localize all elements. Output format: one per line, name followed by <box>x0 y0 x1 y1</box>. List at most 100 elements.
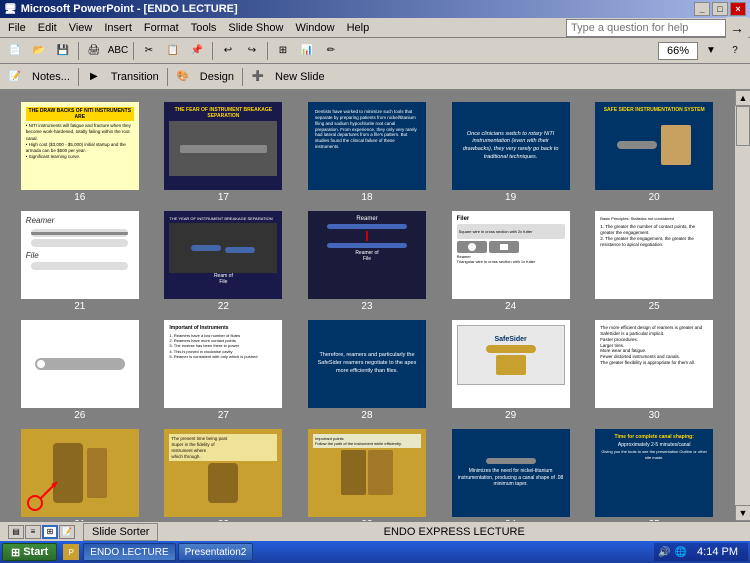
menu-help[interactable]: Help <box>341 20 376 36</box>
slide-item-26[interactable]: 26 <box>12 320 148 421</box>
slide-thumb-21[interactable]: Reamer File <box>21 211 139 299</box>
view-notes-button[interactable]: 📝 <box>59 525 75 539</box>
slide-thumb-27[interactable]: Important of Instruments 1. Reamers have… <box>164 320 282 408</box>
slide-thumb-20[interactable]: SAFE SIDER INSTRUMENTATION SYSTEM <box>595 102 713 190</box>
menu-file[interactable]: File <box>2 20 32 36</box>
slide-num-31: 31 <box>74 519 85 521</box>
new-button[interactable]: 📄 <box>4 40 26 62</box>
slide-item-22[interactable]: THE YEAR OF INSTRUMENT BREAKAGE SEPARATI… <box>156 211 292 312</box>
maximize-button[interactable]: □ <box>712 2 728 16</box>
slide-item-24[interactable]: Filer Square wire in cross section with … <box>443 211 579 312</box>
slide-thumb-19[interactable]: Once clinicians switch to rotary NITI in… <box>452 102 570 190</box>
menu-format[interactable]: Format <box>138 20 185 36</box>
toolbar-main: 📄 📂 💾 🖨 ABC ✂ 📋 📌 ↩ ↪ ⊞ 📊 ✏ 66% ▼ ? <box>0 38 750 64</box>
design-icon[interactable]: 🎨 <box>172 66 194 88</box>
slide-thumb-30[interactable]: The more efficient design of reamers is … <box>595 320 713 408</box>
notes-label: Notes... <box>28 71 74 83</box>
slide-thumb-23[interactable]: Reamer Reamer ofFile <box>308 211 426 299</box>
outline-button[interactable]: 📝 <box>4 66 26 88</box>
save-button[interactable]: 💾 <box>52 40 74 62</box>
slide-thumb-35[interactable]: Time for complete canal shaping: Approxi… <box>595 429 713 517</box>
slide-num-33: 33 <box>361 519 372 521</box>
slide-item-25[interactable]: Basic Principles: Statistics not conside… <box>586 211 722 312</box>
slide-thumb-25[interactable]: Basic Principles: Statistics not conside… <box>595 211 713 299</box>
slide-item-17[interactable]: THE FEAR OF INSTRUMENT BREAKAGE SEPARATI… <box>156 102 292 203</box>
transition-icon[interactable]: ▶ <box>83 66 105 88</box>
spell-button[interactable]: ABC <box>107 40 129 62</box>
ask-question-button[interactable]: → <box>726 17 748 39</box>
scroll-down-button[interactable]: ▼ <box>735 505 750 521</box>
separator1 <box>78 42 79 60</box>
slide-thumb-31[interactable] <box>21 429 139 517</box>
slide-item-35[interactable]: Time for complete canal shaping: Approxi… <box>586 429 722 521</box>
slide-item-33[interactable]: Important pointsFollow the path of the i… <box>299 429 435 521</box>
menu-view[interactable]: View <box>63 20 99 36</box>
slide-sorter-panel[interactable]: THE DRAW BACKS OF NITI INSTRUMENTS ARE •… <box>0 90 734 521</box>
slide-thumb-29[interactable]: SafeSider <box>452 320 570 408</box>
red-annotation-arrow <box>27 476 62 511</box>
slide-item-23[interactable]: Reamer Reamer ofFile 23 <box>299 211 435 312</box>
slide-item-27[interactable]: Important of Instruments 1. Reamers have… <box>156 320 292 421</box>
start-button[interactable]: ⊞ Start <box>2 543 57 561</box>
slide-item-16[interactable]: THE DRAW BACKS OF NITI INSTRUMENTS ARE •… <box>12 102 148 203</box>
slide-item-28[interactable]: Therefore, reamers and particularly the … <box>299 320 435 421</box>
slide-thumb-16[interactable]: THE DRAW BACKS OF NITI INSTRUMENTS ARE •… <box>21 102 139 190</box>
menu-edit[interactable]: Edit <box>32 20 63 36</box>
slides-grid: THE DRAW BACKS OF NITI INSTRUMENTS ARE •… <box>8 98 726 521</box>
scroll-thumb[interactable] <box>736 106 750 146</box>
slide-item-29[interactable]: SafeSider 29 <box>443 320 579 421</box>
menu-window[interactable]: Window <box>289 20 340 36</box>
view-outline-button[interactable]: ≡ <box>25 525 41 539</box>
scroll-up-button[interactable]: ▲ <box>735 90 750 106</box>
redo-button[interactable]: ↪ <box>241 40 263 62</box>
slide-item-32[interactable]: The present time being pastSuper in the … <box>156 429 292 521</box>
taskbar: ⊞ Start P ENDO LECTURE Presentation2 🔊 🌐… <box>0 541 750 563</box>
paste-button[interactable]: 📌 <box>186 40 208 62</box>
slide-num-16: 16 <box>74 192 85 203</box>
menu-slideshow[interactable]: Slide Show <box>222 20 289 36</box>
slide-thumb-32[interactable]: The present time being pastSuper in the … <box>164 429 282 517</box>
cut-button[interactable]: ✂ <box>138 40 160 62</box>
insert-chart-button[interactable]: 📊 <box>296 40 318 62</box>
scroll-track[interactable] <box>735 106 750 505</box>
menu-tools[interactable]: Tools <box>185 20 223 36</box>
minimize-button[interactable]: _ <box>694 2 710 16</box>
undo-button[interactable]: ↩ <box>217 40 239 62</box>
slide-thumb-17[interactable]: THE FEAR OF INSTRUMENT BREAKAGE SEPARATI… <box>164 102 282 190</box>
slide-item-21[interactable]: Reamer File 21 <box>12 211 148 312</box>
main-content: THE DRAW BACKS OF NITI INSTRUMENTS ARE •… <box>0 90 750 521</box>
slide-num-21: 21 <box>74 301 85 312</box>
view-sorter-button[interactable]: ⊞ <box>42 525 58 539</box>
open-button[interactable]: 📂 <box>28 40 50 62</box>
slide-item-19[interactable]: Once clinicians switch to rotary NITI in… <box>443 102 579 203</box>
new-slide-label: New Slide <box>271 71 329 83</box>
slide-thumb-34[interactable]: Minimizes the need for nickel-titanium i… <box>452 429 570 517</box>
close-button[interactable]: × <box>730 2 746 16</box>
slide-thumb-28[interactable]: Therefore, reamers and particularly the … <box>308 320 426 408</box>
slide-item-31[interactable]: 31 <box>12 429 148 521</box>
taskbar-presentation2-button[interactable]: Presentation2 <box>178 543 254 561</box>
slide-item-20[interactable]: SAFE SIDER INSTRUMENTATION SYSTEM 20 <box>586 102 722 203</box>
zoom-dropdown[interactable]: ▼ <box>700 40 722 62</box>
insert-table-button[interactable]: ⊞ <box>272 40 294 62</box>
slide-thumb-33[interactable]: Important pointsFollow the path of the i… <box>308 429 426 517</box>
menu-insert[interactable]: Insert <box>98 20 138 36</box>
slide-thumb-24[interactable]: Filer Square wire in cross section with … <box>452 211 570 299</box>
slide-item-18[interactable]: Dentists have worked to minimize such to… <box>299 102 435 203</box>
slide-thumb-26[interactable] <box>21 320 139 408</box>
copy-button[interactable]: 📋 <box>162 40 184 62</box>
title-bar: 🖥 Microsoft PowerPoint - [ENDO LECTURE] … <box>0 0 750 18</box>
title-bar-buttons: _ □ × <box>694 2 746 16</box>
slide-thumb-18[interactable]: Dentists have worked to minimize such to… <box>308 102 426 190</box>
drawing-button[interactable]: ✏ <box>320 40 342 62</box>
slide-item-30[interactable]: The more efficient design of reamers is … <box>586 320 722 421</box>
taskbar-endolecture-button[interactable]: ENDO LECTURE <box>83 543 175 561</box>
status-presentation-title: ENDO EXPRESS LECTURE <box>166 526 742 538</box>
view-normal-button[interactable]: ▤ <box>8 525 24 539</box>
print-button[interactable]: 🖨 <box>83 40 105 62</box>
slide-item-34[interactable]: Minimizes the need for nickel-titanium i… <box>443 429 579 521</box>
ask-question-input[interactable] <box>566 19 726 37</box>
slide-thumb-22[interactable]: THE YEAR OF INSTRUMENT BREAKAGE SEPARATI… <box>164 211 282 299</box>
help-button[interactable]: ? <box>724 40 746 62</box>
new-slide-icon[interactable]: ➕ <box>247 66 269 88</box>
